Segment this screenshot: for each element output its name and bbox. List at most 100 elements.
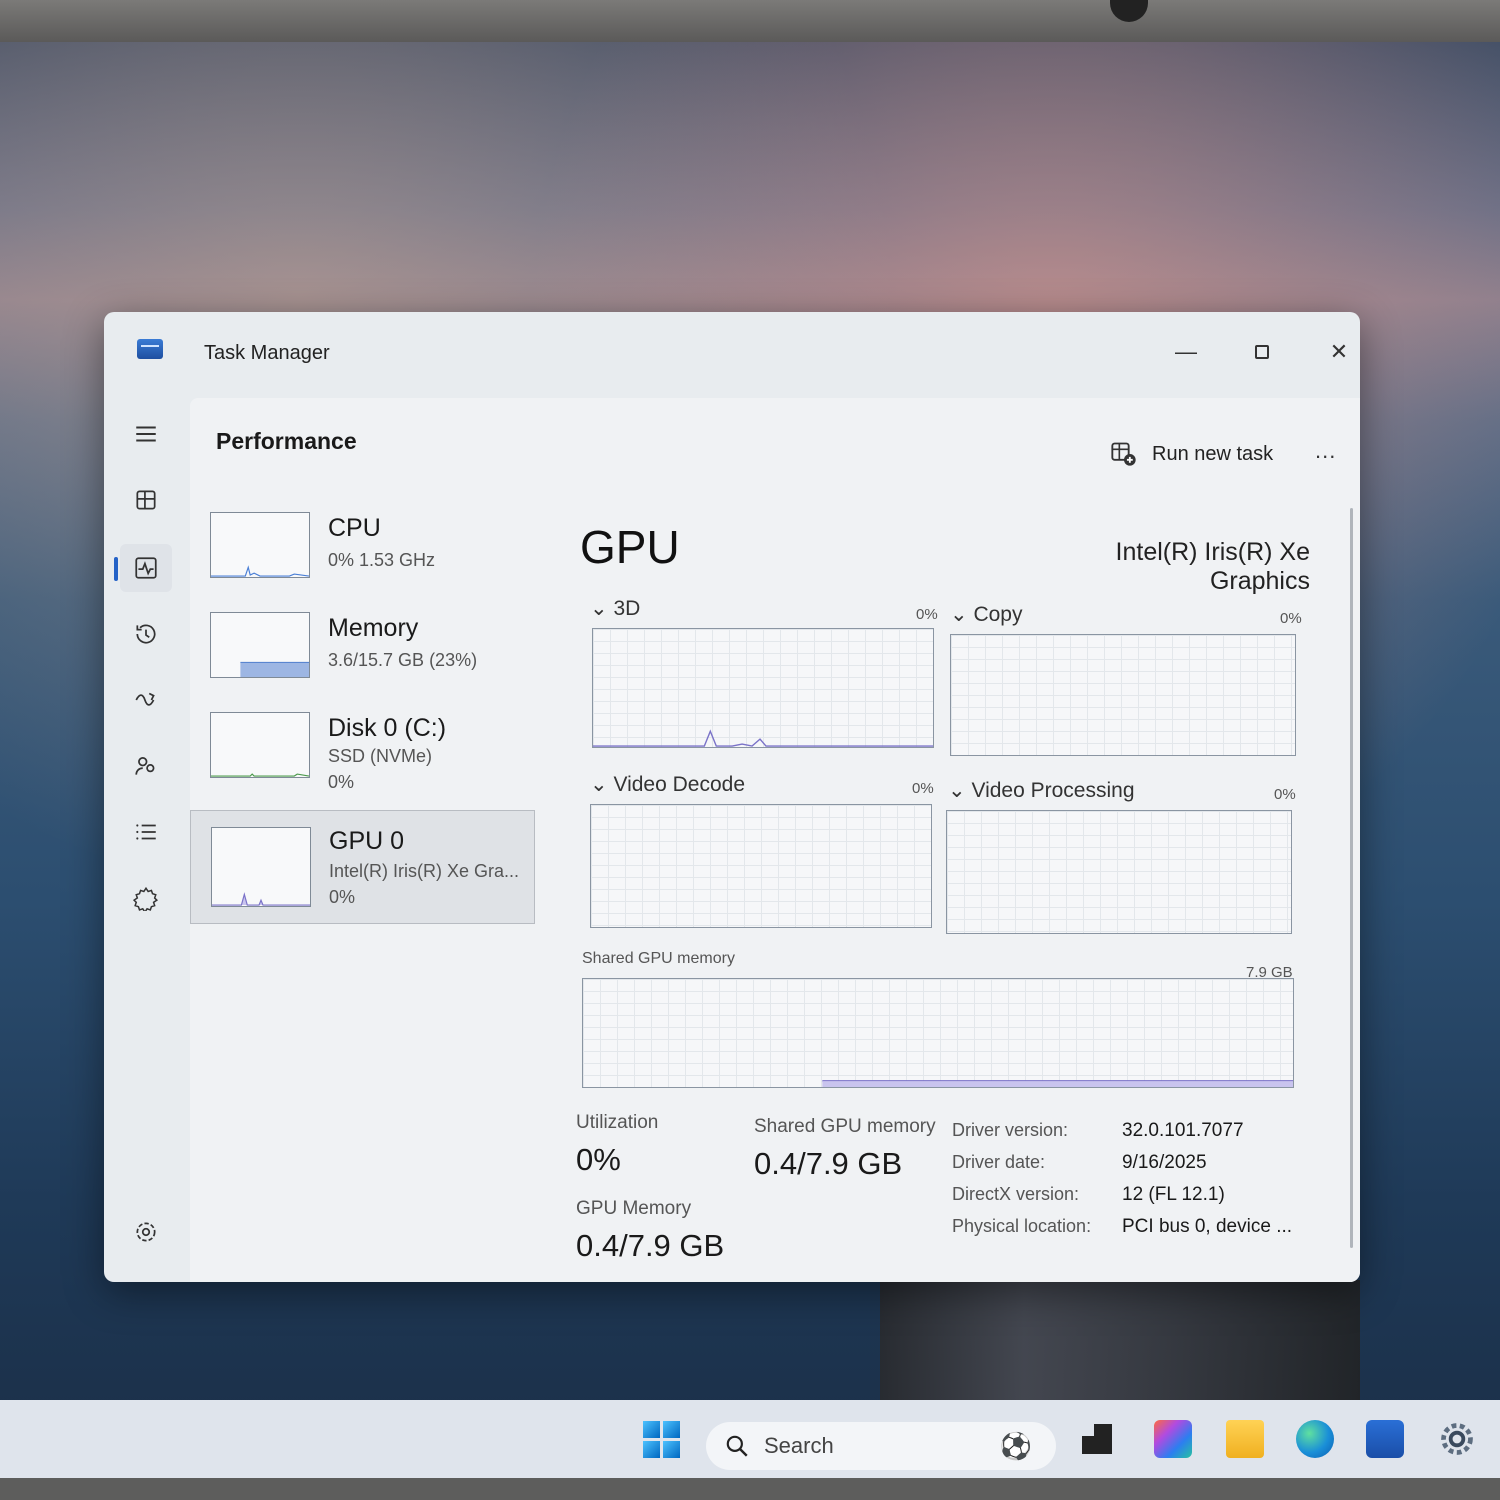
services-icon — [133, 886, 159, 911]
processes-icon — [136, 490, 156, 510]
device-name: Memory — [328, 614, 419, 642]
engine-label: Copy — [973, 603, 1023, 626]
taskbar-app-file-explorer[interactable] — [1222, 1416, 1268, 1462]
menu-toggle-button[interactable] — [120, 410, 172, 458]
chevron-down-icon: ⌄ — [948, 779, 966, 802]
maximize-button[interactable] — [1242, 332, 1282, 372]
laptop-bezel-top — [0, 0, 1500, 42]
nav-processes[interactable] — [120, 476, 172, 524]
taskbar-app-edge[interactable] — [1292, 1416, 1338, 1462]
window-title: Task Manager — [204, 342, 330, 364]
device-usage: 0% — [328, 772, 355, 792]
graph-shared-gpu-memory — [582, 978, 1294, 1088]
device-list: CPU 0% 1.53 GHz Memory 3.6/15.7 GB (23%)… — [190, 502, 540, 924]
engine-label: Video Processing — [971, 779, 1135, 802]
vertical-scrollbar[interactable] — [1350, 508, 1353, 1248]
gpu-memory-label: GPU Memory — [576, 1198, 692, 1219]
run-new-task-button[interactable]: Run new task — [1110, 436, 1273, 472]
settings-icon — [136, 1222, 156, 1242]
startup-apps-icon — [135, 692, 155, 706]
wallpaper-pier — [880, 1280, 1360, 1410]
nav-users[interactable] — [120, 742, 172, 790]
info-key: Driver date: — [952, 1152, 1046, 1172]
nav-app-history[interactable] — [120, 610, 172, 658]
shared-memory-label: Shared GPU memory — [754, 1116, 936, 1137]
title-bar[interactable]: Task Manager — ✕ — [104, 312, 1360, 392]
store-icon — [1366, 1420, 1404, 1458]
chevron-down-icon: ⌄ — [590, 773, 608, 796]
graph-copy — [950, 634, 1296, 756]
utilization-label: Utilization — [576, 1112, 659, 1133]
device-detail: Intel(R) Iris(R) Xe Gra... — [329, 861, 520, 881]
device-detail: SSD (NVMe) — [328, 746, 433, 766]
device-item-gpu[interactable]: GPU 0 Intel(R) Iris(R) Xe Gra... 0% — [190, 810, 535, 924]
windows-logo-icon — [642, 1420, 680, 1458]
nav-startup-apps[interactable] — [120, 676, 172, 724]
taskbar-search-box[interactable]: Search ⚽ — [706, 1422, 1056, 1470]
more-options-button[interactable]: ... — [1315, 438, 1336, 464]
nav-performance[interactable] — [120, 544, 172, 592]
nav-details[interactable] — [120, 808, 172, 856]
search-icon — [726, 1435, 748, 1457]
engine-selector-3d[interactable]: ⌄ 3D — [590, 596, 640, 621]
folder-icon — [1226, 1420, 1264, 1458]
task-manager-window: Task Manager — ✕ Performance Run new tas… — [104, 312, 1360, 1282]
minimize-button[interactable]: — — [1166, 332, 1206, 372]
device-name: CPU — [328, 514, 381, 542]
gpu-memory-value: 0.4/7.9 GB — [576, 1228, 725, 1263]
device-name: GPU 0 — [329, 827, 405, 855]
taskbar-app-store[interactable] — [1362, 1416, 1408, 1462]
navigation-rail — [104, 392, 190, 1282]
taskbar: Search ⚽ — [0, 1400, 1500, 1478]
hamburger-icon — [136, 426, 156, 442]
page-header: Performance Run new task ... — [190, 398, 1360, 486]
details-icon — [136, 824, 156, 840]
device-detail: 3.6/15.7 GB (23%) — [328, 650, 478, 670]
task-manager-app-icon — [137, 339, 163, 359]
app-history-icon — [136, 624, 156, 644]
engine-percent: 0% — [1274, 786, 1296, 803]
engine-percent: 0% — [916, 606, 938, 623]
active-nav-indicator — [114, 557, 118, 581]
nav-services[interactable] — [120, 874, 172, 922]
performance-pane: Performance Run new task ... CPU 0% 1.53… — [190, 398, 1360, 1282]
graph-video-processing — [946, 810, 1292, 934]
device-usage: 0% — [329, 887, 356, 907]
gpu-heading: GPU — [580, 521, 680, 573]
device-item-memory[interactable]: Memory 3.6/15.7 GB (23%) — [190, 602, 535, 702]
info-value: PCI bus 0, device ... — [1122, 1216, 1293, 1237]
gpu-thumbnail-graph — [211, 827, 311, 907]
device-item-cpu[interactable]: CPU 0% 1.53 GHz — [190, 502, 535, 602]
engine-selector-copy[interactable]: ⌄ Copy — [950, 602, 1022, 627]
edge-icon — [1296, 1420, 1334, 1458]
info-key: Physical location: — [952, 1216, 1092, 1236]
device-item-disk[interactable]: Disk 0 (C:) SSD (NVMe) 0% — [190, 702, 535, 802]
taskbar-app-m365[interactable] — [1150, 1416, 1196, 1462]
engine-selector-video-processing[interactable]: ⌄ Video Processing — [948, 778, 1135, 803]
engine-selector-video-decode[interactable]: ⌄ Video Decode — [590, 772, 745, 797]
run-new-task-icon — [1111, 442, 1136, 466]
info-value: 9/16/2025 — [1122, 1152, 1207, 1173]
memory-usage-fill — [240, 662, 309, 677]
search-placeholder: Search — [764, 1433, 834, 1458]
device-detail: 0% 1.53 GHz — [328, 550, 436, 570]
nav-settings[interactable] — [120, 1208, 172, 1256]
info-key: Driver version: — [952, 1120, 1069, 1140]
m365-icon — [1154, 1420, 1192, 1458]
close-button[interactable]: ✕ — [1319, 332, 1359, 372]
engine-label: 3D — [613, 597, 641, 620]
engine-percent: 0% — [912, 780, 934, 797]
taskbar-app-settings[interactable] — [1434, 1416, 1480, 1462]
task-view-icon — [1082, 1424, 1112, 1454]
device-name: Disk 0 (C:) — [328, 714, 447, 742]
start-button[interactable] — [638, 1416, 684, 1462]
users-icon — [135, 757, 155, 775]
taskbar-app-task-view[interactable] — [1074, 1416, 1120, 1462]
gpu-model-name: Intel(R) Iris(R) Xe Graphics — [1115, 538, 1310, 595]
laptop-bezel-bottom — [0, 1478, 1500, 1500]
engine-label: Video Decode — [613, 773, 746, 796]
search-highlight-icon: ⚽ — [999, 1430, 1032, 1461]
maximize-icon — [1255, 345, 1269, 359]
gear-icon — [1441, 1423, 1473, 1455]
info-value: 12 (FL 12.1) — [1122, 1184, 1225, 1205]
